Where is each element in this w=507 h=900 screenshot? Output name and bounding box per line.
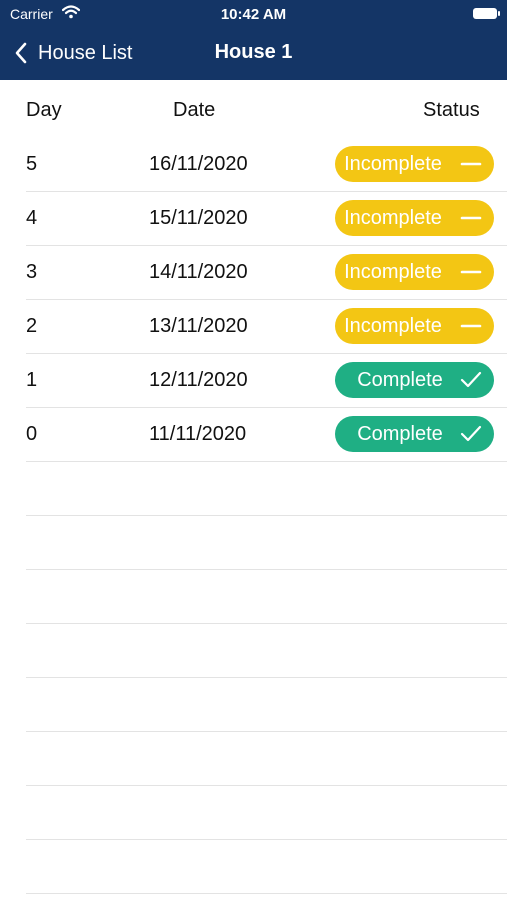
status-badge-incomplete[interactable]: Incomplete bbox=[335, 200, 494, 236]
table-row[interactable]: 0 11/11/2020 Complete bbox=[26, 408, 507, 462]
date-cell: 16/11/2020 bbox=[149, 153, 248, 175]
day-cell: 1 bbox=[26, 369, 38, 391]
empty-row bbox=[26, 786, 507, 840]
back-label: House List bbox=[38, 41, 133, 64]
table-header: Day Date Status bbox=[0, 80, 507, 138]
header-date: Date bbox=[173, 99, 216, 121]
days-table: Day Date Status 5 16/11/2020 Incomplete … bbox=[0, 80, 507, 894]
status-label: Complete bbox=[357, 423, 443, 445]
nav-bar: House List House 1 bbox=[0, 28, 507, 80]
empty-row bbox=[26, 516, 507, 570]
empty-row bbox=[26, 840, 507, 894]
status-bar: Carrier 10:42 AM bbox=[0, 0, 507, 28]
table-row[interactable]: 2 13/11/2020 Incomplete bbox=[26, 300, 507, 354]
empty-row bbox=[26, 678, 507, 732]
header-day: Day bbox=[26, 99, 62, 121]
day-cell: 0 bbox=[26, 423, 38, 445]
date-cell: 13/11/2020 bbox=[149, 315, 248, 337]
table-row[interactable]: 3 14/11/2020 Incomplete bbox=[26, 246, 507, 300]
checkmark-icon bbox=[460, 425, 482, 442]
status-badge-incomplete[interactable]: Incomplete bbox=[335, 146, 494, 182]
checkmark-icon bbox=[460, 371, 482, 388]
minus-icon bbox=[460, 162, 482, 166]
minus-icon bbox=[460, 324, 482, 328]
status-label: Incomplete bbox=[344, 153, 442, 175]
status-label: Incomplete bbox=[344, 315, 442, 337]
day-cell: 3 bbox=[26, 261, 38, 283]
status-label: Incomplete bbox=[344, 207, 442, 229]
date-cell: 12/11/2020 bbox=[149, 369, 248, 391]
battery-icon bbox=[473, 8, 500, 19]
empty-row bbox=[26, 570, 507, 624]
table-row[interactable]: 4 15/11/2020 Incomplete bbox=[26, 192, 507, 246]
header-status: Status bbox=[423, 99, 480, 121]
status-label: Incomplete bbox=[344, 261, 442, 283]
clock: 10:42 AM bbox=[220, 6, 287, 23]
date-cell: 15/11/2020 bbox=[149, 207, 248, 229]
back-button[interactable]: House List bbox=[12, 38, 133, 68]
day-cell: 4 bbox=[26, 207, 38, 229]
navigation-header: Carrier 10:42 AM House List House 1 bbox=[0, 0, 507, 80]
status-badge-incomplete[interactable]: Incomplete bbox=[335, 254, 494, 290]
status-badge-incomplete[interactable]: Incomplete bbox=[335, 308, 494, 344]
date-cell: 14/11/2020 bbox=[149, 261, 248, 283]
minus-icon bbox=[460, 216, 482, 220]
status-badge-complete[interactable]: Complete bbox=[335, 362, 494, 398]
status-label: Complete bbox=[357, 369, 443, 391]
empty-row bbox=[26, 624, 507, 678]
day-cell: 2 bbox=[26, 315, 38, 337]
table-row[interactable]: 5 16/11/2020 Incomplete bbox=[26, 138, 507, 192]
status-badge-complete[interactable]: Complete bbox=[335, 416, 494, 452]
chevron-left-icon bbox=[15, 42, 27, 64]
empty-row bbox=[26, 732, 507, 786]
date-cell: 11/11/2020 bbox=[149, 423, 247, 445]
empty-row bbox=[26, 462, 507, 516]
table-row[interactable]: 1 12/11/2020 Complete bbox=[26, 354, 507, 408]
day-cell: 5 bbox=[26, 153, 38, 175]
minus-icon bbox=[460, 270, 482, 274]
